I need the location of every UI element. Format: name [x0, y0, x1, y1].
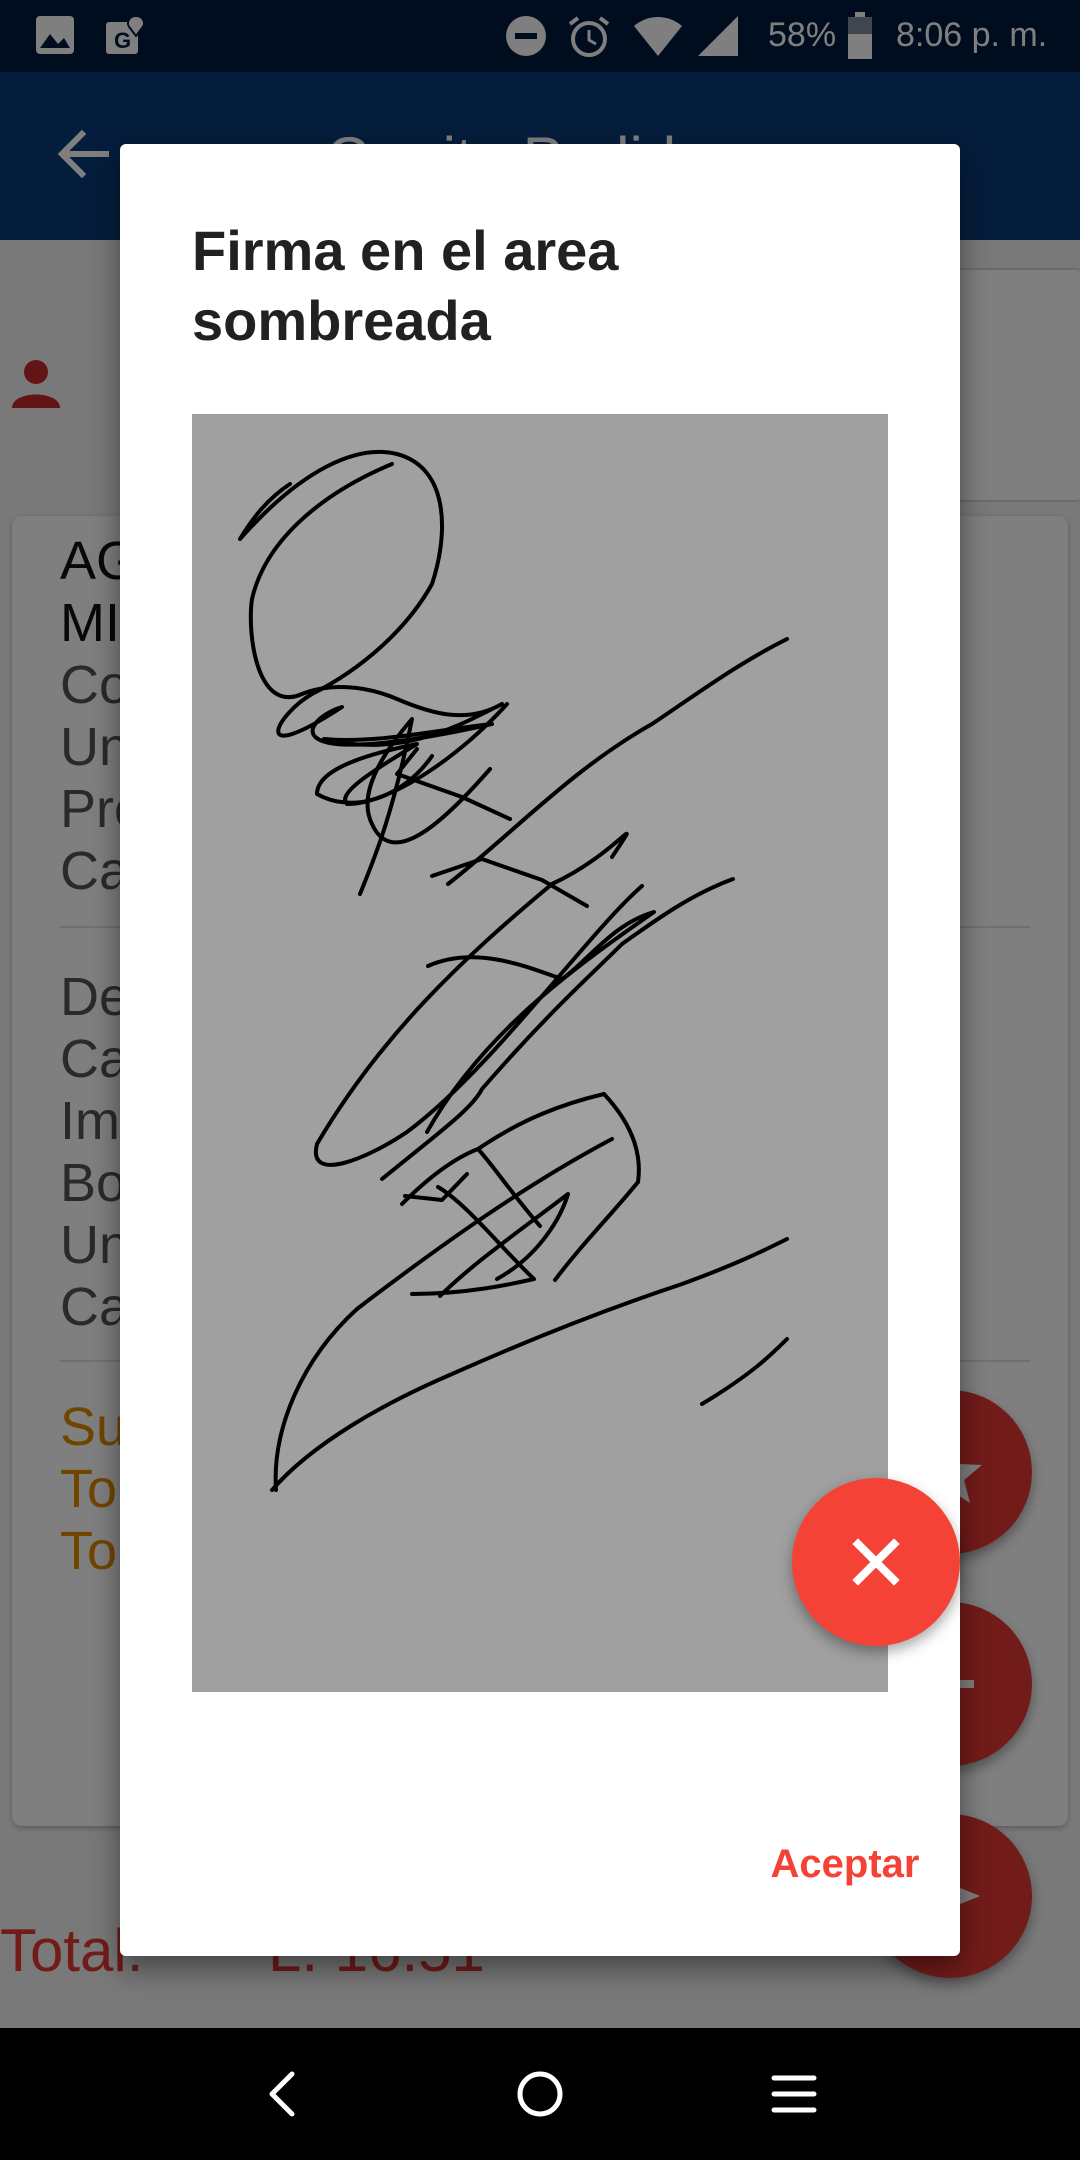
accept-button[interactable]: Aceptar	[740, 1828, 950, 1900]
signature-stroke	[238, 449, 789, 1492]
signature-canvas[interactable]	[192, 414, 888, 1692]
nav-home-icon[interactable]	[508, 2062, 572, 2126]
clear-signature-button[interactable]	[792, 1478, 960, 1646]
dialog-title: Firma en el area sombreada	[192, 219, 619, 352]
nav-menu-icon[interactable]	[762, 2062, 826, 2126]
close-icon	[852, 1538, 900, 1586]
signature-dialog: Firma en el area sombreada Aceptar	[120, 144, 960, 1956]
system-nav-bar	[0, 2028, 1080, 2160]
nav-back-icon[interactable]	[252, 2062, 316, 2126]
